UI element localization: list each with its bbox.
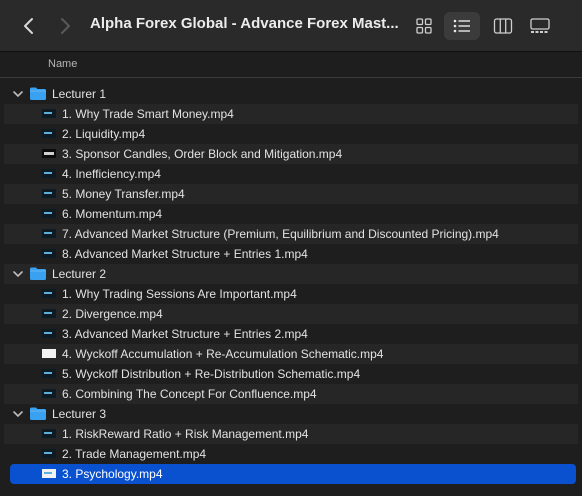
- file-label: 7. Advanced Market Structure (Premium, E…: [62, 227, 499, 241]
- video-file-icon: [42, 309, 56, 318]
- file-label: 4. Inefficiency.mp4: [62, 167, 161, 181]
- file-row[interactable]: 2. Liquidity.mp4: [4, 124, 578, 144]
- chevron-left-icon: [24, 18, 33, 34]
- file-row[interactable]: 2. Trade Management.mp4: [4, 444, 578, 464]
- folder-icon: [30, 87, 46, 100]
- file-label: 4. Wyckoff Accumulation + Re-Accumulatio…: [62, 347, 384, 361]
- folder-row-lecturer-2[interactable]: Lecturer 2: [4, 264, 578, 284]
- file-row[interactable]: 5. Wyckoff Distribution + Re-Distributio…: [4, 364, 578, 384]
- file-row[interactable]: 8. Advanced Market Structure + Entries 1…: [4, 244, 578, 264]
- file-label: 5. Wyckoff Distribution + Re-Distributio…: [62, 367, 361, 381]
- file-list: Lecturer 1 1. Why Trade Smart Money.mp4 …: [0, 84, 582, 484]
- folder-label: Lecturer 2: [52, 267, 107, 281]
- video-file-icon: [42, 329, 56, 338]
- column-view-button[interactable]: [485, 12, 521, 40]
- file-row[interactable]: 6. Momentum.mp4: [4, 204, 578, 224]
- file-label: 3. Sponsor Candles, Order Block and Miti…: [62, 147, 343, 161]
- chevron-right-icon: [61, 18, 70, 34]
- window-title: Alpha Forex Global - Advance Forex Mast.…: [90, 15, 399, 32]
- chevron-down-icon[interactable]: [12, 268, 24, 280]
- video-file-icon: [42, 129, 56, 138]
- video-file-icon: [42, 169, 56, 178]
- video-file-icon: [42, 389, 56, 398]
- folder-row-lecturer-1[interactable]: Lecturer 1: [4, 84, 578, 104]
- file-row[interactable]: 3. Sponsor Candles, Order Block and Miti…: [4, 144, 578, 164]
- video-file-icon: [42, 229, 56, 238]
- name-column-header[interactable]: Name: [48, 58, 77, 70]
- folder-icon: [30, 267, 46, 280]
- toolbar: Alpha Forex Global - Advance Forex Mast.…: [0, 0, 582, 52]
- file-label: 6. Momentum.mp4: [62, 207, 163, 221]
- list-view-button[interactable]: [444, 12, 480, 40]
- file-label: 8. Advanced Market Structure + Entries 1…: [62, 247, 308, 261]
- gallery-view-button[interactable]: [522, 12, 558, 40]
- file-row[interactable]: 1. Why Trading Sessions Are Important.mp…: [4, 284, 578, 304]
- video-file-icon: [42, 249, 56, 258]
- file-row[interactable]: 3. Advanced Market Structure + Entries 2…: [4, 324, 578, 344]
- file-label: 5. Money Transfer.mp4: [62, 187, 185, 201]
- file-row-selected[interactable]: 3. Psychology.mp4: [10, 464, 576, 484]
- chevron-down-icon[interactable]: [12, 88, 24, 100]
- file-label: 1. RiskReward Ratio + Risk Management.mp…: [62, 427, 309, 441]
- file-label: 1. Why Trading Sessions Are Important.mp…: [62, 287, 297, 301]
- file-label: 2. Trade Management.mp4: [62, 447, 207, 461]
- icon-view-button[interactable]: [406, 12, 442, 40]
- video-file-icon: [42, 209, 56, 218]
- file-row[interactable]: 6. Combining The Concept For Confluence.…: [4, 384, 578, 404]
- forward-button[interactable]: [54, 14, 76, 38]
- file-row[interactable]: 1. Why Trade Smart Money.mp4: [4, 104, 578, 124]
- back-button[interactable]: [18, 14, 40, 38]
- file-row[interactable]: 7. Advanced Market Structure (Premium, E…: [4, 224, 578, 244]
- file-label: 3. Advanced Market Structure + Entries 2…: [62, 327, 308, 341]
- video-file-icon: [42, 469, 56, 478]
- list-icon: [453, 19, 470, 33]
- file-label: 2. Divergence.mp4: [62, 307, 163, 321]
- file-row[interactable]: 1. RiskReward Ratio + Risk Management.mp…: [4, 424, 578, 444]
- columns-icon: [493, 18, 513, 34]
- folder-row-lecturer-3[interactable]: Lecturer 3: [4, 404, 578, 424]
- video-file-icon: [42, 189, 56, 198]
- file-label: 1. Why Trade Smart Money.mp4: [62, 107, 234, 121]
- video-file-icon: [42, 449, 56, 458]
- column-header: Name: [0, 52, 582, 78]
- video-file-icon: [42, 429, 56, 438]
- video-file-icon: [42, 349, 56, 358]
- video-file-icon: [42, 289, 56, 298]
- file-row[interactable]: 2. Divergence.mp4: [4, 304, 578, 324]
- folder-icon: [30, 407, 46, 420]
- folder-label: Lecturer 1: [52, 87, 107, 101]
- video-file-icon: [42, 369, 56, 378]
- file-row[interactable]: 4. Wyckoff Accumulation + Re-Accumulatio…: [4, 344, 578, 364]
- folder-label: Lecturer 3: [52, 407, 107, 421]
- gallery-icon: [530, 18, 550, 33]
- video-file-icon: [42, 109, 56, 118]
- grid-icon: [416, 18, 432, 34]
- file-label: 3. Psychology.mp4: [62, 467, 163, 481]
- file-label: 6. Combining The Concept For Confluence.…: [62, 387, 317, 401]
- file-label: 2. Liquidity.mp4: [62, 127, 146, 141]
- video-file-icon: [42, 149, 56, 158]
- chevron-down-icon[interactable]: [12, 408, 24, 420]
- file-row[interactable]: 4. Inefficiency.mp4: [4, 164, 578, 184]
- file-row[interactable]: 5. Money Transfer.mp4: [4, 184, 578, 204]
